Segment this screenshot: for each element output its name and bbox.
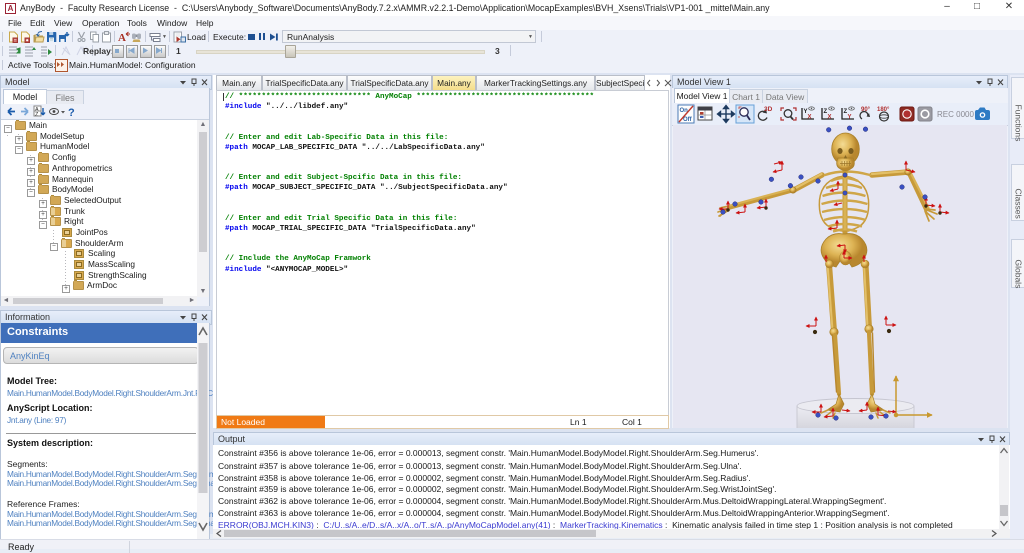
svg-text:A: A bbox=[118, 32, 126, 43]
svg-text:Y: Y bbox=[848, 115, 852, 121]
svg-text:REC 0000: REC 0000 bbox=[937, 110, 974, 119]
svg-text:X: X bbox=[828, 115, 832, 121]
svg-text:Off: Off bbox=[683, 117, 693, 123]
svg-text:?: ? bbox=[68, 107, 75, 119]
svg-text:180°: 180° bbox=[877, 107, 890, 113]
svg-text:90°: 90° bbox=[861, 107, 871, 113]
svg-text:X: X bbox=[808, 115, 812, 121]
svg-text:3D: 3D bbox=[764, 106, 773, 113]
